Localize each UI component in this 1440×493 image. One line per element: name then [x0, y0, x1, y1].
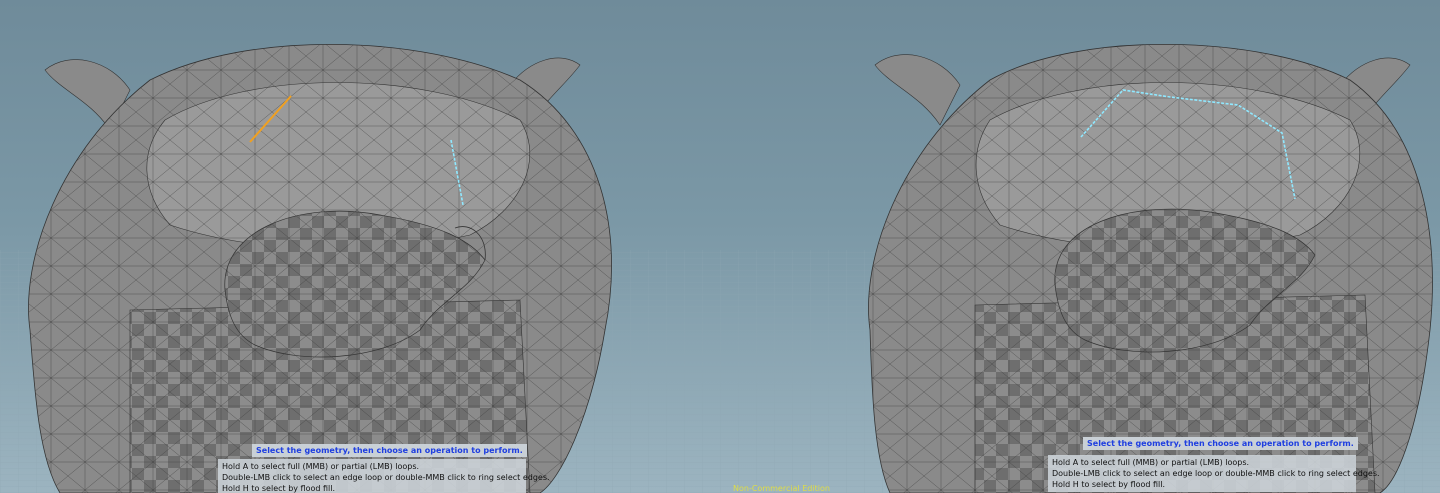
help-overlay: Hold A to select full (MMB) or partial (… — [1048, 455, 1380, 492]
viewport-scene[interactable] — [720, 0, 1440, 493]
help-line-edge-loop: Double-LMB click to select an edge loop … — [222, 473, 550, 482]
viewport-right[interactable]: Select the geometry, then choose an oper… — [720, 0, 1440, 493]
help-line-loops: Hold A to select full (MMB) or partial (… — [222, 462, 420, 471]
help-line-flood-fill: Hold H to select by flood fill. — [222, 484, 336, 493]
edition-watermark: Non-Commercial Edition — [733, 484, 830, 493]
selection-hint: Select the geometry, then choose an oper… — [1083, 437, 1358, 450]
creature-model — [28, 43, 612, 493]
help-overlay: Hold A to select full (MMB) or partial (… — [218, 459, 550, 493]
viewport-left[interactable]: Select the geometry, then choose an oper… — [0, 0, 720, 493]
viewport-scene[interactable] — [0, 0, 720, 493]
selection-hint: Select the geometry, then choose an oper… — [252, 444, 527, 457]
help-line-edge-loop: Double-LMB click to select an edge loop … — [1052, 469, 1380, 478]
help-line-flood-fill: Hold H to select by flood fill. — [1052, 480, 1166, 489]
help-line-loops: Hold A to select full (MMB) or partial (… — [1052, 458, 1250, 467]
creature-model — [868, 43, 1433, 493]
